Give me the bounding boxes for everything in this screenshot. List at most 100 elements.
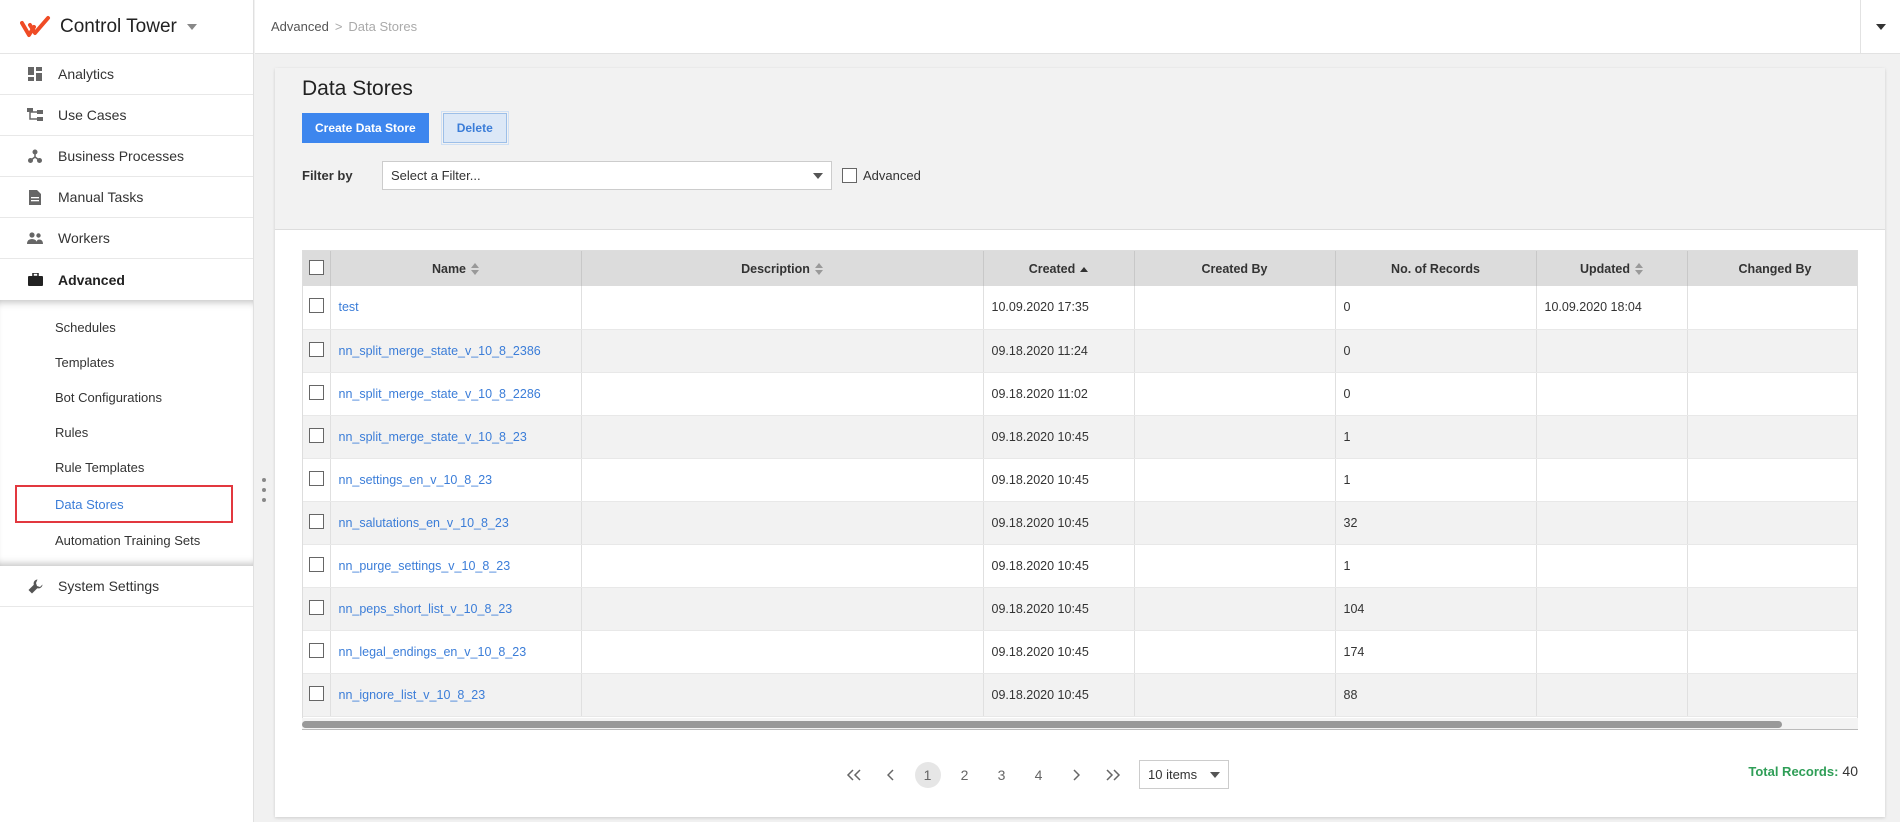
filter-select[interactable]: Select a Filter... xyxy=(382,161,832,190)
data-store-link[interactable]: nn_split_merge_state_v_10_8_2286 xyxy=(339,387,541,401)
row-checkbox[interactable] xyxy=(308,384,324,400)
horizontal-scrollbar[interactable] xyxy=(302,718,1858,730)
create-data-store-button[interactable]: Create Data Store xyxy=(302,113,429,143)
submenu-item-schedules[interactable]: Schedules xyxy=(0,310,253,345)
cell-created: 10.09.2020 17:35 xyxy=(983,286,1135,330)
page-3-button[interactable]: 3 xyxy=(983,762,1020,788)
row-checkbox[interactable] xyxy=(308,513,324,529)
page-size-select[interactable]: 10 items xyxy=(1139,760,1229,789)
table-row[interactable]: nn_settings_en_v_10_8_23 09.18.2020 10:45… xyxy=(303,458,1857,502)
advanced-submenu: Schedules Templates Bot Configurations R… xyxy=(0,300,253,566)
table-row[interactable]: test 10.09.2020 17:35 0 10.09.2020 18:04 xyxy=(303,286,1857,330)
app-brand[interactable]: Control Tower xyxy=(0,0,253,54)
last-page-button[interactable] xyxy=(1094,762,1131,788)
cell-changed-by xyxy=(1687,587,1857,631)
cell-records: 0 xyxy=(1335,372,1537,416)
cell-changed-by xyxy=(1687,329,1857,373)
row-checkbox[interactable] xyxy=(308,427,324,443)
chevron-down-icon[interactable] xyxy=(186,23,197,30)
delete-button[interactable]: Delete xyxy=(440,111,509,145)
cell-created: 09.18.2020 10:45 xyxy=(983,415,1135,459)
submenu-item-rule-templates[interactable]: Rule Templates xyxy=(0,450,253,485)
submenu-item-data-stores[interactable]: Data Stores xyxy=(15,485,233,523)
wrench-icon xyxy=(26,577,44,595)
breadcrumb-parent[interactable]: Advanced xyxy=(271,19,329,34)
page-4-button[interactable]: 4 xyxy=(1020,762,1057,788)
user-menu-toggle[interactable] xyxy=(1860,0,1900,54)
column-header-name[interactable]: Name xyxy=(330,251,582,286)
column-header-records[interactable]: No. of Records xyxy=(1335,251,1537,286)
row-select-cell xyxy=(303,372,331,416)
page-2-button[interactable]: 2 xyxy=(946,762,983,788)
hierarchy-icon xyxy=(26,106,44,124)
row-checkbox[interactable] xyxy=(308,298,324,314)
cell-changed-by xyxy=(1687,415,1857,459)
submenu-item-automation-training-sets[interactable]: Automation Training Sets xyxy=(0,523,253,558)
data-store-link[interactable]: nn_peps_short_list_v_10_8_23 xyxy=(339,602,513,616)
column-header-created-by[interactable]: Created By xyxy=(1134,251,1336,286)
sidebar-item-label: Analytics xyxy=(58,66,115,82)
data-store-link[interactable]: nn_settings_en_v_10_8_23 xyxy=(339,473,493,487)
next-page-button[interactable] xyxy=(1057,762,1094,788)
submenu-item-rules[interactable]: Rules xyxy=(0,415,253,450)
cell-records: 1 xyxy=(1335,544,1537,588)
submenu-item-bot-configurations[interactable]: Bot Configurations xyxy=(0,380,253,415)
table-row[interactable]: nn_legal_endings_en_v_10_8_23 09.18.2020 … xyxy=(303,630,1857,674)
data-store-link[interactable]: nn_split_merge_state_v_10_8_23 xyxy=(339,430,527,444)
first-page-button[interactable] xyxy=(835,762,872,788)
column-header-changed-by[interactable]: Changed By xyxy=(1687,251,1857,286)
data-store-link[interactable]: nn_salutations_en_v_10_8_23 xyxy=(339,516,509,530)
row-checkbox[interactable] xyxy=(308,599,324,615)
sidebar-item-analytics[interactable]: Analytics xyxy=(0,54,253,95)
cell-description xyxy=(581,415,984,459)
row-checkbox[interactable] xyxy=(308,685,324,701)
submenu-item-templates[interactable]: Templates xyxy=(0,345,253,380)
column-header-label: Name xyxy=(431,261,467,276)
table-row[interactable]: nn_salutations_en_v_10_8_23 09.18.2020 10… xyxy=(303,501,1857,545)
cell-created: 09.18.2020 10:45 xyxy=(983,673,1135,717)
cell-records: 1 xyxy=(1335,458,1537,502)
data-store-link[interactable]: test xyxy=(339,300,359,314)
sidebar-item-advanced[interactable]: Advanced xyxy=(0,259,253,300)
table-row[interactable]: nn_peps_short_list_v_10_8_23 09.18.2020 1… xyxy=(303,587,1857,631)
data-store-link[interactable]: nn_split_merge_state_v_10_8_2386 xyxy=(339,344,541,358)
table-row[interactable]: nn_split_merge_state_v_10_8_23 09.18.2020… xyxy=(303,415,1857,459)
cell-created-by xyxy=(1134,501,1336,545)
advanced-checkbox[interactable] xyxy=(842,168,857,183)
cell-updated xyxy=(1536,630,1688,674)
sidebar-item-use-cases[interactable]: Use Cases xyxy=(0,95,253,136)
row-checkbox[interactable] xyxy=(308,556,324,572)
row-checkbox[interactable] xyxy=(308,470,324,486)
sidebar-resize-handle[interactable] xyxy=(261,478,266,502)
cell-name: nn_split_merge_state_v_10_8_2386 xyxy=(330,329,582,373)
row-select-cell xyxy=(303,587,331,631)
column-header-description[interactable]: Description xyxy=(581,251,984,286)
prev-page-button[interactable] xyxy=(872,762,909,788)
app-title: Control Tower xyxy=(60,15,177,37)
table-row[interactable]: nn_split_merge_state_v_10_8_2286 09.18.20… xyxy=(303,372,1857,416)
page-1-button[interactable]: 1 xyxy=(909,761,946,788)
sidebar-item-manual-tasks[interactable]: Manual Tasks xyxy=(0,177,253,218)
data-store-link[interactable]: nn_purge_settings_v_10_8_23 xyxy=(339,559,511,573)
data-store-link[interactable]: nn_legal_endings_en_v_10_8_23 xyxy=(339,645,527,659)
dot xyxy=(261,498,266,502)
sidebar-item-business-processes[interactable]: Business Processes xyxy=(0,136,253,177)
cell-changed-by xyxy=(1687,458,1857,502)
table-row[interactable]: nn_ignore_list_v_10_8_23 09.18.2020 10:45… xyxy=(303,673,1857,717)
scrollbar-thumb[interactable] xyxy=(302,721,1782,728)
advanced-filter-toggle[interactable]: Advanced xyxy=(842,168,921,183)
sidebar-item-system-settings[interactable]: System Settings xyxy=(0,566,253,607)
cell-changed-by xyxy=(1687,286,1857,330)
row-checkbox[interactable] xyxy=(308,341,324,357)
table-row[interactable]: nn_purge_settings_v_10_8_23 09.18.2020 10… xyxy=(303,544,1857,588)
column-header-updated[interactable]: Updated xyxy=(1536,251,1688,286)
table-row[interactable]: nn_split_merge_state_v_10_8_2386 09.18.20… xyxy=(303,329,1857,373)
cell-name: nn_peps_short_list_v_10_8_23 xyxy=(330,587,582,631)
sidebar-item-workers[interactable]: Workers xyxy=(0,218,253,259)
select-all-checkbox[interactable] xyxy=(308,259,324,275)
data-store-link[interactable]: nn_ignore_list_v_10_8_23 xyxy=(339,688,486,702)
cell-records: 1 xyxy=(1335,415,1537,459)
column-header-created[interactable]: Created xyxy=(983,251,1135,286)
cell-records: 88 xyxy=(1335,673,1537,717)
row-checkbox[interactable] xyxy=(308,642,324,658)
